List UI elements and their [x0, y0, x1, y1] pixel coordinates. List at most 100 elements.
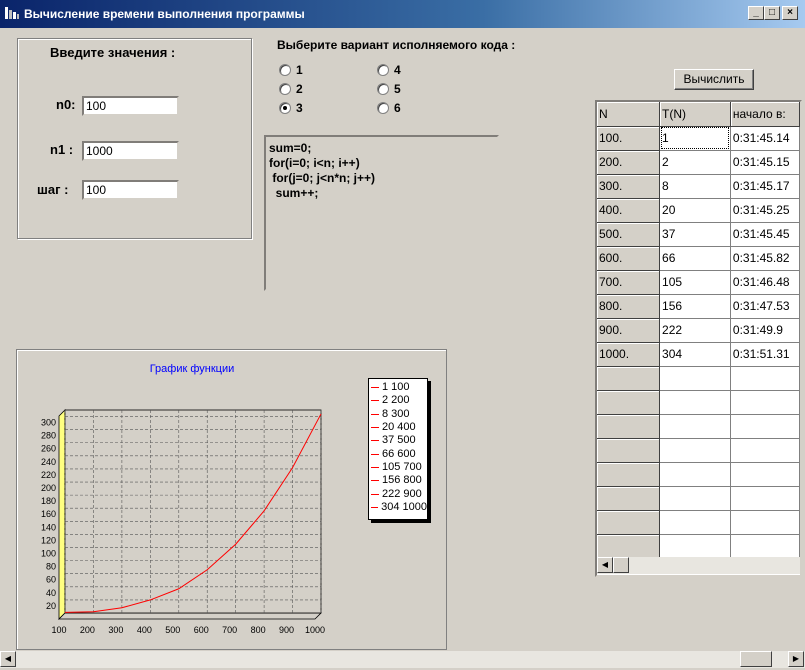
n1-input[interactable] [82, 141, 179, 161]
table-row[interactable] [597, 438, 800, 463]
grid-cell[interactable] [659, 390, 731, 415]
n0-input[interactable] [82, 96, 179, 116]
grid-cell[interactable] [597, 486, 661, 511]
grid-cell[interactable] [597, 414, 661, 439]
grid-cell[interactable]: 0:31:45.82 [730, 246, 800, 271]
results-grid[interactable]: N T(N) начало в: 100. 1 0:31:45.14 200. 2 0:31:4… [595, 100, 802, 577]
grid-cell[interactable] [730, 366, 800, 391]
grid-cell[interactable] [597, 534, 661, 559]
title-bar[interactable]: Вычисление времени выполнения программы … [0, 0, 805, 28]
grid-cell[interactable] [597, 438, 661, 463]
table-row[interactable] [597, 462, 800, 487]
compute-button[interactable]: Вычислить [674, 69, 754, 90]
variant-label-2: 2 [296, 82, 303, 96]
grid-cell[interactable]: 0:31:45.45 [730, 222, 800, 247]
close-button[interactable]: × [782, 6, 798, 20]
table-row[interactable] [597, 414, 800, 439]
grid-cell[interactable]: 0:31:45.14 [730, 126, 800, 151]
variant-radio-4[interactable] [377, 64, 389, 76]
variant-radio-2[interactable] [279, 83, 291, 95]
grid-cell[interactable]: 105 [659, 270, 731, 295]
grid-cell[interactable] [597, 390, 661, 415]
variant-radio-6[interactable] [377, 102, 389, 114]
window-scroll-thumb[interactable] [740, 651, 772, 667]
grid-cell[interactable] [730, 462, 800, 487]
grid-cell[interactable] [659, 414, 731, 439]
table-row[interactable]: 100. 1 0:31:45.14 [597, 126, 800, 151]
grid-cell[interactable] [659, 462, 731, 487]
table-row[interactable] [597, 366, 800, 391]
grid-cell[interactable]: 20 [659, 198, 731, 223]
grid-cell[interactable] [659, 366, 731, 391]
variant-radio-1[interactable] [279, 64, 291, 76]
grid-row-header[interactable]: 400. [597, 198, 661, 223]
grid-row-header[interactable]: 200. [597, 150, 661, 175]
grid-row-header[interactable]: 500. [597, 222, 661, 247]
grid-cell[interactable] [730, 390, 800, 415]
table-row[interactable]: 900. 222 0:31:49.9 [597, 318, 800, 343]
grid-cell[interactable]: 222 [659, 318, 731, 343]
grid-cell[interactable]: 2 [659, 150, 731, 175]
grid-cell[interactable]: 0:31:51.31 [730, 342, 800, 367]
grid-cell[interactable] [730, 438, 800, 463]
table-row[interactable] [597, 510, 800, 535]
maximize-button[interactable]: □ [764, 6, 780, 20]
table-row[interactable]: 1000. 304 0:31:51.31 [597, 342, 800, 367]
grid-cell[interactable] [659, 438, 731, 463]
chart-legend: 1 100 2 200 8 300 20 400 37 500 66 600 105 700… [368, 378, 428, 520]
table-row[interactable]: 300. 8 0:31:45.17 [597, 174, 800, 199]
code-display[interactable]: sum=0; for(i=0; i<n; i++) for(j=0; j<n*n… [264, 135, 499, 291]
grid-cell[interactable] [730, 510, 800, 535]
grid-cell[interactable] [730, 534, 800, 559]
grid-cell[interactable] [597, 510, 661, 535]
grid-cell[interactable]: 0:31:45.15 [730, 150, 800, 175]
window-horizontal-scrollbar[interactable]: ◀ ▶ [0, 650, 805, 668]
grid-cell[interactable] [730, 414, 800, 439]
variant-radio-3[interactable] [279, 102, 291, 114]
table-row[interactable]: 400. 20 0:31:45.25 [597, 198, 800, 223]
table-row[interactable]: 700. 105 0:31:46.48 [597, 270, 800, 295]
grid-header-cell[interactable]: N [597, 102, 661, 127]
grid-cell[interactable] [659, 534, 731, 559]
grid-cell[interactable]: 8 [659, 174, 731, 199]
grid-header-cell[interactable]: T(N) [659, 102, 731, 127]
grid-header-cell[interactable]: начало в: [730, 102, 800, 127]
scroll-right-arrow-icon[interactable]: ▶ [788, 651, 804, 667]
scroll-left-icon[interactable]: ◀ [597, 557, 613, 573]
grid-cell[interactable] [597, 366, 661, 391]
grid-cell[interactable]: 0:31:45.25 [730, 198, 800, 223]
grid-cell[interactable]: 0:31:45.17 [730, 174, 800, 199]
grid-cell[interactable]: 156 [659, 294, 731, 319]
grid-cell[interactable] [597, 462, 661, 487]
grid-row-header[interactable]: 1000. [597, 342, 661, 367]
table-row[interactable]: 200. 2 0:31:45.15 [597, 150, 800, 175]
table-row[interactable] [597, 486, 800, 511]
grid-cell[interactable]: 1 [659, 126, 731, 151]
grid-cell[interactable]: 0:31:49.9 [730, 318, 800, 343]
variant-radio-5[interactable] [377, 83, 389, 95]
grid-cell[interactable]: 66 [659, 246, 731, 271]
table-row[interactable]: 800. 156 0:31:47.53 [597, 294, 800, 319]
grid-row-header[interactable]: 600. [597, 246, 661, 271]
minimize-button[interactable]: _ [748, 6, 764, 20]
grid-cell[interactable]: 0:31:47.53 [730, 294, 800, 319]
table-row[interactable] [597, 390, 800, 415]
grid-cell[interactable] [730, 486, 800, 511]
grid-row-header[interactable]: 100. [597, 126, 661, 151]
grid-row-header[interactable]: 800. [597, 294, 661, 319]
table-row[interactable]: 500. 37 0:31:45.45 [597, 222, 800, 247]
table-row[interactable] [597, 534, 800, 559]
grid-cell[interactable]: 0:31:46.48 [730, 270, 800, 295]
table-row[interactable]: 600. 66 0:31:45.82 [597, 246, 800, 271]
grid-cell[interactable] [659, 486, 731, 511]
scroll-thumb[interactable] [613, 557, 629, 573]
grid-row-header[interactable]: 300. [597, 174, 661, 199]
scroll-left-arrow-icon[interactable]: ◀ [0, 651, 16, 667]
grid-cell[interactable]: 37 [659, 222, 731, 247]
grid-row-header[interactable]: 700. [597, 270, 661, 295]
grid-cell[interactable] [659, 510, 731, 535]
grid-cell[interactable]: 304 [659, 342, 731, 367]
step-input[interactable] [82, 180, 179, 200]
grid-row-header[interactable]: 900. [597, 318, 661, 343]
grid-horizontal-scrollbar[interactable]: ◀ [597, 557, 800, 574]
